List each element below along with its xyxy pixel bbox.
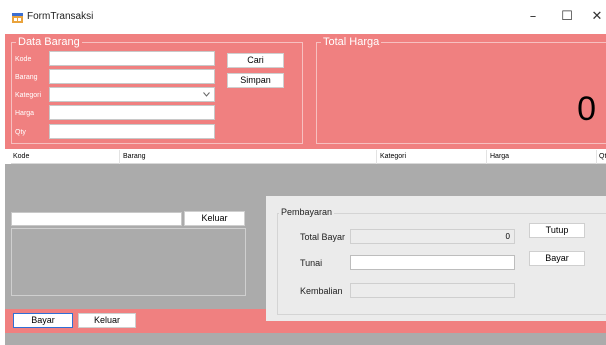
barang-field[interactable] [49, 69, 215, 84]
column-divider [376, 150, 377, 164]
maximize-icon[interactable]: ☐ [555, 6, 579, 28]
total-bayar-field[interactable]: 0 [350, 229, 515, 244]
tutup-button[interactable]: Tutup [529, 223, 585, 238]
column-harga[interactable]: Harga [490, 153, 509, 160]
qty-label: Qty [15, 129, 26, 136]
keluar-button[interactable]: Keluar [78, 313, 136, 328]
left-keluar-button[interactable]: Keluar [184, 211, 245, 226]
column-kategori[interactable]: Kategori [380, 153, 406, 160]
column-divider [486, 150, 487, 164]
total-harga-legend: Total Harga [321, 36, 382, 48]
column-divider [596, 150, 597, 164]
harga-label: Harga [15, 110, 35, 117]
total-harga-group [316, 42, 606, 144]
column-divider [119, 150, 120, 164]
column-kode[interactable]: Kode [13, 153, 29, 160]
kembalian-field[interactable] [350, 283, 515, 298]
barang-label: Barang [15, 74, 38, 81]
total-harga-value: 0 [577, 90, 596, 128]
left-list-box[interactable] [11, 228, 246, 296]
pembayaran-legend: Pembayaran [279, 207, 335, 217]
tunai-field[interactable] [350, 255, 515, 270]
kode-label: Kode [15, 56, 32, 63]
kategori-label: Kategori [15, 92, 42, 99]
simpan-button[interactable]: Simpan [227, 73, 284, 88]
kembalian-label: Kembalian [300, 286, 343, 296]
form-app-icon [12, 13, 23, 23]
chevron-down-icon [203, 92, 210, 97]
bottom-strip [5, 333, 606, 345]
window-title: FormTransaksi [27, 11, 94, 22]
kategori-select[interactable] [49, 87, 215, 102]
column-qty[interactable]: Qt [599, 153, 606, 160]
qty-field[interactable] [49, 124, 215, 139]
left-search-input[interactable] [11, 212, 182, 226]
cari-button[interactable]: Cari [227, 53, 284, 68]
total-bayar-label: Total Bayar [300, 232, 346, 242]
transaction-grid-header [11, 150, 606, 164]
pembayaran-bayar-button[interactable]: Bayar [529, 251, 585, 266]
data-barang-legend: Data Barang [16, 36, 82, 48]
column-barang[interactable]: Barang [123, 153, 146, 160]
minimize-icon[interactable]: – [521, 6, 545, 28]
kode-field[interactable] [49, 51, 215, 66]
close-icon[interactable]: ✕ [585, 6, 606, 28]
bayar-button[interactable]: Bayar [13, 313, 73, 328]
harga-field[interactable] [49, 105, 215, 120]
tunai-label: Tunai [300, 258, 323, 268]
